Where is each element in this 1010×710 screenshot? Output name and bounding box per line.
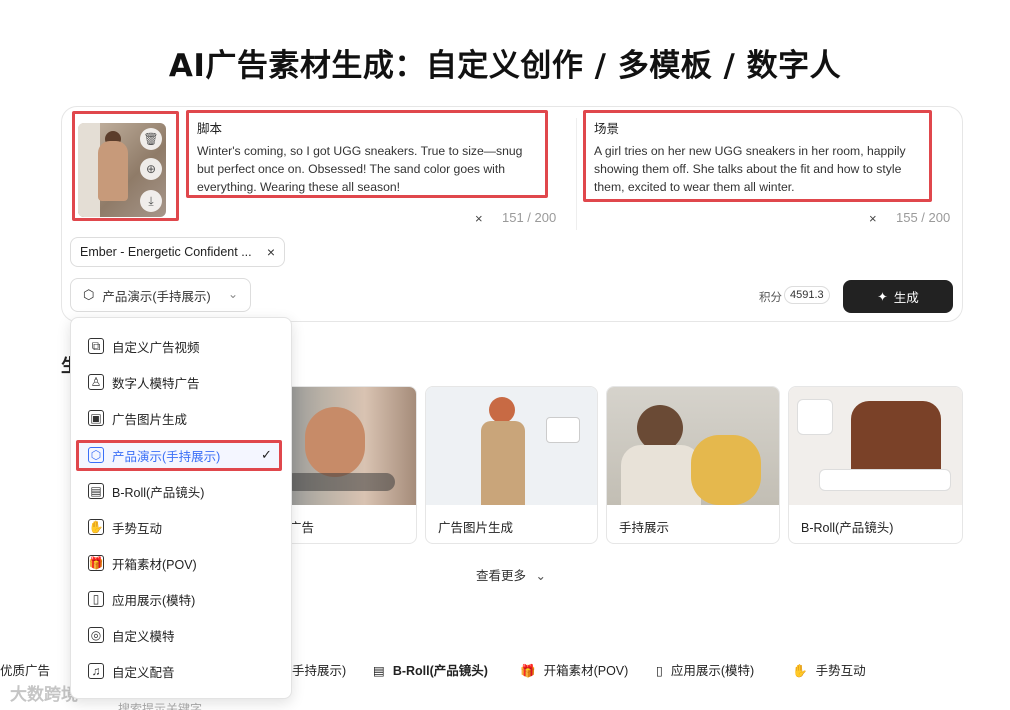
- voice-chip-label: Ember - Energetic Confident ...: [80, 245, 252, 259]
- tab-bottom-5[interactable]: ✋ 手势互动: [792, 660, 866, 679]
- hand-icon: ✋: [792, 664, 808, 678]
- script-label: 脚本: [197, 122, 223, 136]
- waveform-icon: ♫: [88, 663, 104, 679]
- tile-image: [789, 387, 962, 505]
- search-input[interactable]: 搜索提示关键字: [118, 700, 202, 710]
- tile-image: [607, 387, 779, 505]
- chevron-down-icon: ⌄: [535, 569, 546, 583]
- menu-item-gesture[interactable]: ✋ 手势互动: [88, 515, 284, 539]
- watermark: 大数跨境: [10, 685, 78, 704]
- tab-bottom-4[interactable]: ▯ 应用展示(模特): [656, 660, 754, 679]
- credits-value: 4591.3: [784, 286, 830, 304]
- tab-bottom-2[interactable]: ▤ B-Roll(产品镜头): [373, 660, 488, 679]
- tab-bottom-0[interactable]: 优质广告: [0, 660, 50, 679]
- phone-icon: ▯: [656, 664, 663, 678]
- menu-item-custom-model[interactable]: ◎ 自定义模特: [88, 623, 284, 647]
- menu-item-app-demo[interactable]: ▯ 应用展示(模特): [88, 587, 284, 611]
- template-tile[interactable]: B-Roll(产品镜头): [788, 386, 963, 544]
- generate-button[interactable]: ✦ 生成: [843, 280, 953, 313]
- tile-caption: 广告图片生成: [438, 521, 514, 535]
- tile-caption: B-Roll(产品镜头): [801, 521, 894, 535]
- close-icon[interactable]: ×: [267, 244, 275, 260]
- person-icon: ♙: [88, 374, 104, 390]
- tab-bottom-1[interactable]: 手持展示): [292, 660, 346, 679]
- see-more-label: 查看更多: [476, 569, 527, 583]
- menu-item-broll[interactable]: ▤ B-Roll(产品镜头): [88, 479, 284, 503]
- download-icon[interactable]: ⤓: [140, 190, 162, 212]
- scene-textarea[interactable]: A girl tries on her new UGG sneakers in …: [594, 142, 906, 196]
- page-title: AI广告素材生成：自定义创作 / 多模板 / 数字人: [168, 48, 842, 84]
- film-icon: ▤: [373, 664, 385, 678]
- trash-icon[interactable]: 🗑: [140, 128, 162, 150]
- gift-icon: 🎁: [88, 555, 104, 571]
- photo-icon: ▣: [88, 410, 104, 426]
- user-circle-icon: ◎: [88, 627, 104, 643]
- menu-item-avatar-ad[interactable]: ♙ 数字人模特广告: [88, 370, 284, 394]
- scene-label: 场景: [594, 122, 620, 136]
- tab-bottom-3[interactable]: 🎁 开箱素材(POV): [520, 660, 628, 679]
- template-tile[interactable]: 手持展示: [606, 386, 780, 544]
- gift-icon: 🎁: [520, 664, 536, 678]
- phone-icon: ▯: [88, 591, 104, 607]
- reference-image-highlight: [72, 111, 179, 221]
- mode-select-value: 产品演示(手持展示): [102, 289, 211, 304]
- voice-chip[interactable]: Ember - Energetic Confident ... ×: [70, 237, 285, 267]
- clear-scene-icon[interactable]: ×: [869, 211, 877, 226]
- script-textarea[interactable]: Winter's coming, so I got UGG sneakers. …: [197, 142, 522, 196]
- menu-item-product-demo[interactable]: ⬡ 产品演示(手持展示): [88, 443, 284, 467]
- film-icon: ▤: [88, 483, 104, 499]
- tile-image: [426, 387, 597, 505]
- chevron-down-icon: ⌄: [227, 287, 238, 301]
- menu-item-ad-image[interactable]: ▣ 广告图片生成: [88, 406, 284, 430]
- template-tile[interactable]: 广告图片生成: [425, 386, 598, 544]
- credits-label: 积分: [759, 292, 782, 304]
- tile-caption: 手持展示: [619, 521, 670, 535]
- check-icon: ✓: [261, 447, 272, 462]
- sparkle-icon: ✦: [877, 290, 888, 304]
- menu-item-custom-ad-video[interactable]: ⧉ 自定义广告视频: [88, 334, 284, 358]
- menu-item-unboxing[interactable]: 🎁 开箱素材(POV): [88, 551, 284, 575]
- menu-item-custom-voice[interactable]: ♫ 自定义配音: [88, 659, 284, 683]
- cube-icon: ⬡: [88, 447, 104, 463]
- cube-icon: ⬡: [83, 287, 95, 302]
- script-counter: 151 / 200: [502, 210, 557, 225]
- image-icon: ⧉: [88, 338, 104, 354]
- see-more-button[interactable]: 查看更多 ⌄: [476, 565, 546, 584]
- generate-label: 生成: [893, 291, 919, 305]
- scene-counter: 155 / 200: [896, 210, 951, 225]
- hand-icon: ✋: [88, 519, 104, 535]
- clear-script-icon[interactable]: ×: [475, 211, 483, 226]
- zoom-in-icon[interactable]: ⊕: [140, 158, 162, 180]
- divider: [576, 118, 577, 230]
- mode-select[interactable]: ⬡ 产品演示(手持展示) ⌄: [70, 278, 251, 312]
